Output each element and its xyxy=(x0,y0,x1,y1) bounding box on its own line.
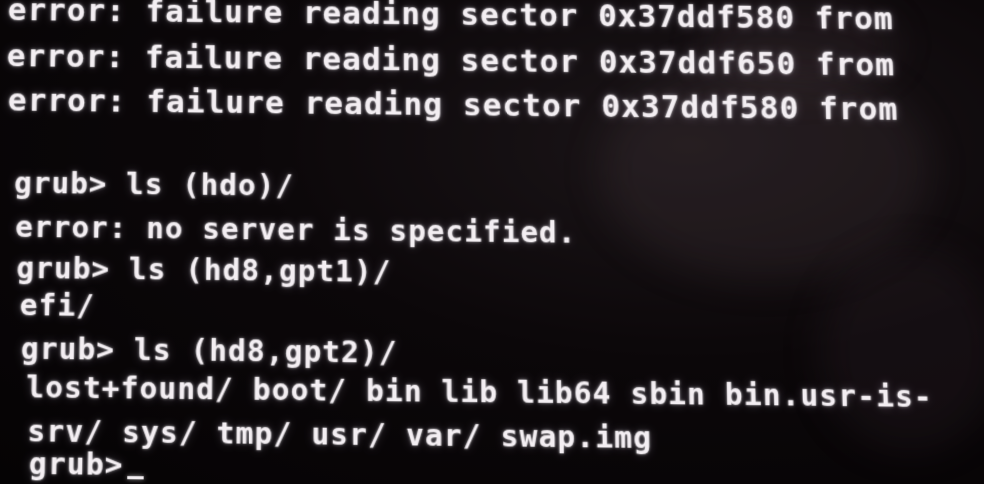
terminal-output: error: failure reading sector 0x37ddf580… xyxy=(0,0,984,484)
command-line: grub> ls (hd8,gpt1)/ xyxy=(16,250,392,290)
error-line: error: failure reading sector 0x37ddf580… xyxy=(7,0,895,38)
prompt-line[interactable]: grub> xyxy=(28,445,145,483)
output-line: efi/ xyxy=(19,287,96,324)
grub-console-screen: error: failure reading sector 0x37ddf580… xyxy=(0,0,984,484)
output-line: lost+found/ boot/ bin lib lib64 sbin bin… xyxy=(25,369,934,415)
error-line: error: failure reading sector 0x37ddf580… xyxy=(7,82,899,128)
grub-prompt: grub> xyxy=(28,445,124,483)
command-line: grub> ls (hd8,gpt2)/ xyxy=(20,330,398,371)
error-line: error: failure reading sector 0x37ddf650… xyxy=(6,38,896,84)
error-line: error: no server is specified. xyxy=(14,209,577,250)
command-line: grub> ls (hdo)/ xyxy=(13,165,295,203)
text-cursor xyxy=(127,476,145,480)
